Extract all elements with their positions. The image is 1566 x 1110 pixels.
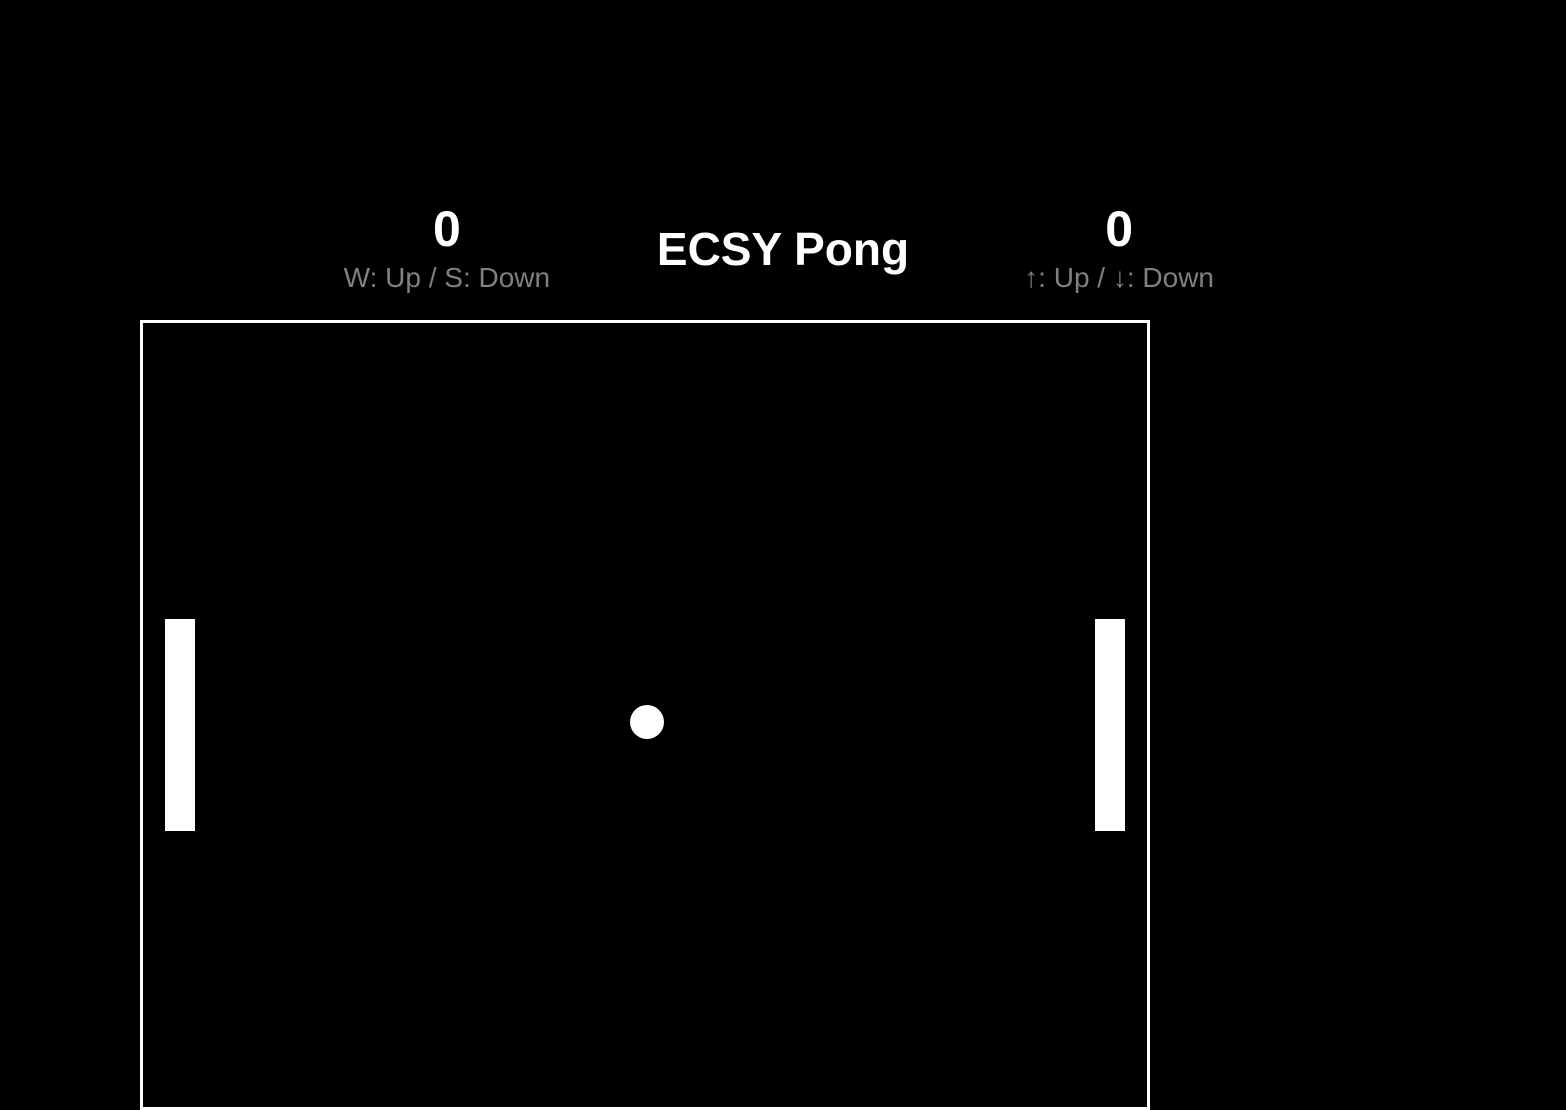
ball (630, 705, 664, 739)
paddle-right[interactable] (1095, 619, 1125, 831)
game-title: ECSY Pong (657, 222, 909, 276)
player-left-score: 0 (433, 204, 461, 254)
player-right-score: 0 (1105, 204, 1133, 254)
player-left-info: 0 W: Up / S: Down (277, 204, 617, 294)
player-left-controls: W: Up / S: Down (344, 262, 550, 294)
game-header: 0 W: Up / S: Down ECSY Pong 0 ↑: Up / ↓:… (0, 204, 1566, 294)
player-right-info: 0 ↑: Up / ↓: Down (949, 204, 1289, 294)
player-right-controls: ↑: Up / ↓: Down (1024, 262, 1214, 294)
paddle-left[interactable] (165, 619, 195, 831)
game-field[interactable] (140, 320, 1150, 1110)
